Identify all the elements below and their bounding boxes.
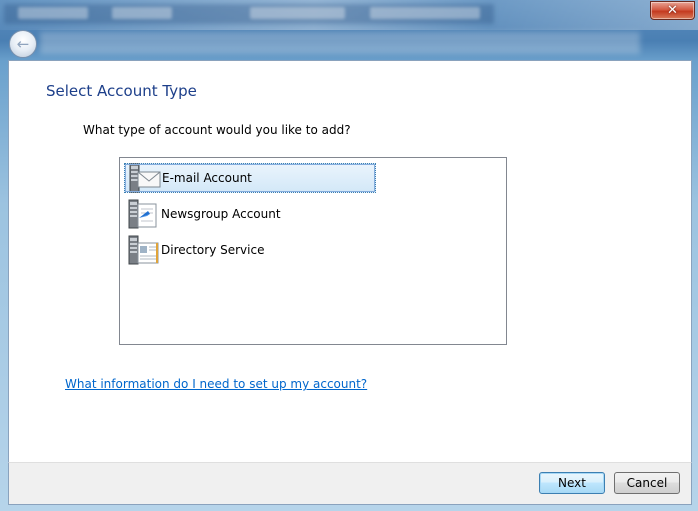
background-blur xyxy=(40,32,640,54)
list-item-directory-service[interactable]: Directory Service xyxy=(124,235,376,265)
help-link[interactable]: What information do I need to set up my … xyxy=(65,377,367,391)
wizard-footer: Next Cancel xyxy=(8,462,692,505)
back-arrow-icon: ← xyxy=(16,34,30,53)
list-item-label: E-mail Account xyxy=(162,171,252,185)
newsgroup-server-icon xyxy=(128,199,157,229)
next-button[interactable]: Next xyxy=(539,472,605,494)
back-button[interactable]: ← xyxy=(9,30,37,58)
close-button[interactable]: ✕ xyxy=(650,1,695,20)
account-type-question: What type of account would you like to a… xyxy=(83,123,351,137)
directory-server-icon xyxy=(128,235,159,265)
list-item-label: Directory Service xyxy=(161,243,265,257)
account-type-list[interactable]: E-mail Account Newsgroup Account Directo… xyxy=(119,157,507,345)
background-blur xyxy=(18,7,88,19)
list-item-label: Newsgroup Account xyxy=(161,207,281,221)
close-icon: ✕ xyxy=(667,3,678,18)
list-item-newsgroup-account[interactable]: Newsgroup Account xyxy=(124,199,376,229)
cancel-button[interactable]: Cancel xyxy=(614,472,680,494)
background-blur xyxy=(112,7,172,19)
page-title: Select Account Type xyxy=(46,82,197,100)
list-item-email-account[interactable]: E-mail Account xyxy=(124,163,376,193)
background-blur xyxy=(250,7,345,19)
background-blur xyxy=(370,7,480,19)
wizard-content: Select Account Type What type of account… xyxy=(8,60,692,463)
email-server-icon xyxy=(129,163,161,193)
